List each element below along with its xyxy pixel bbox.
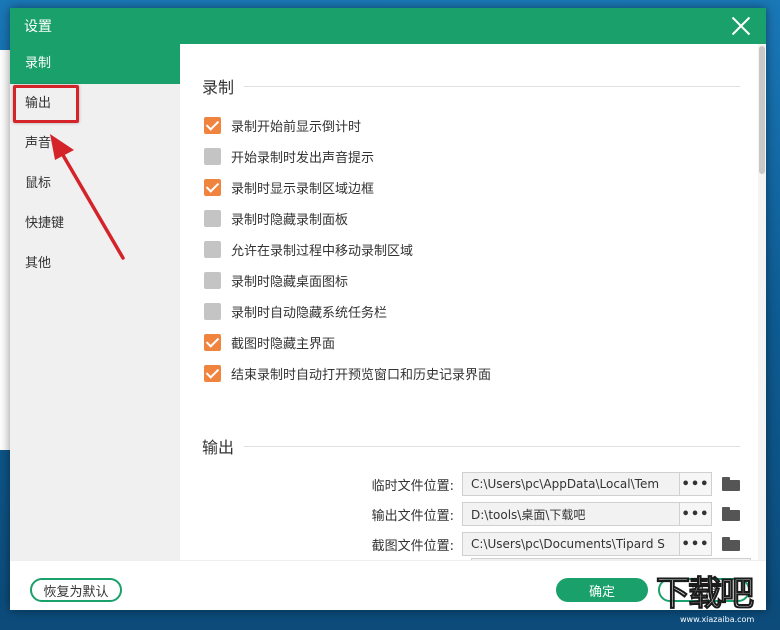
settings-content: 录制 录制开始前显示倒计时 开始录制时发出声音提示 录制时显示录制区域边框 录制…: [180, 44, 758, 560]
dialog-body: 录制 输出 声音 鼠标 快捷键 其他 录制 录制开始前显示倒计时 开始录制时发出…: [10, 44, 766, 610]
close-icon[interactable]: [730, 15, 752, 37]
scrollbar[interactable]: [758, 44, 766, 560]
browse-button[interactable]: •••: [680, 502, 712, 526]
option-hide-main-on-screenshot[interactable]: 截图时隐藏主界面: [204, 327, 491, 358]
checkbox[interactable]: [204, 148, 221, 165]
sidebar-item-other[interactable]: 其他: [10, 244, 180, 284]
checkbox[interactable]: [204, 179, 221, 196]
checkbox[interactable]: [204, 272, 221, 289]
dialog-footer: 恢复为默认 确定 取消: [10, 560, 766, 610]
temp-path-input[interactable]: C:\Users\pc\AppData\Local\Tem: [462, 472, 680, 496]
option-label: 录制时显示录制区域边框: [231, 182, 375, 197]
option-label: 录制开始前显示倒计时: [231, 120, 362, 135]
section-divider: [244, 445, 740, 447]
record-options: 录制开始前显示倒计时 开始录制时发出声音提示 录制时显示录制区域边框 录制时隐藏…: [204, 110, 491, 389]
folder-icon[interactable]: [722, 507, 740, 521]
browse-button[interactable]: •••: [680, 532, 712, 556]
option-label: 开始录制时发出声音提示: [231, 151, 375, 166]
folder-icon[interactable]: [722, 537, 740, 551]
option-sound-prompt[interactable]: 开始录制时发出声音提示: [204, 141, 491, 172]
record-section-title: 录制: [202, 78, 235, 97]
option-show-border[interactable]: 录制时显示录制区域边框: [204, 172, 491, 203]
option-label: 允许在录制过程中移动录制区域: [231, 244, 414, 259]
sidebar-item-mouse[interactable]: 鼠标: [10, 164, 180, 204]
output-path-row: 输出文件位置: D:\tools\桌面\下载吧 •••: [180, 502, 740, 526]
checkbox[interactable]: [204, 117, 221, 134]
option-label: 录制时自动隐藏系统任务栏: [231, 306, 388, 321]
titlebar: 设置: [10, 8, 766, 44]
output-section-header: 输出: [202, 434, 740, 458]
folder-icon[interactable]: [722, 477, 740, 491]
dialog-title: 设置: [24, 19, 52, 35]
option-label: 录制时隐藏桌面图标: [231, 275, 349, 290]
option-hide-panel[interactable]: 录制时隐藏录制面板: [204, 203, 491, 234]
annotation-highlight-box: [13, 85, 79, 123]
option-label: 录制时隐藏录制面板: [231, 213, 349, 228]
temp-path-row: 临时文件位置: C:\Users\pc\AppData\Local\Tem ••…: [180, 472, 740, 496]
option-hide-taskbar[interactable]: 录制时自动隐藏系统任务栏: [204, 296, 491, 327]
option-hide-desktop-icons[interactable]: 录制时隐藏桌面图标: [204, 265, 491, 296]
screenshot-path-input[interactable]: C:\Users\pc\Documents\Tipard S: [462, 532, 680, 556]
field-label: 截图文件位置:: [371, 538, 454, 554]
reset-default-button[interactable]: 恢复为默认: [30, 578, 122, 602]
sidebar-item-record[interactable]: 录制: [10, 44, 180, 84]
browse-button[interactable]: •••: [680, 472, 712, 496]
option-open-preview[interactable]: 结束录制时自动打开预览窗口和历史记录界面: [204, 358, 491, 389]
checkbox[interactable]: [204, 365, 221, 382]
settings-dialog: 设置 录制 输出 声音 鼠标 快捷键 其他 录制 录制开始前显示倒计时 开始录制…: [10, 8, 766, 610]
ok-button[interactable]: 确定: [556, 578, 648, 602]
output-section-title: 输出: [202, 438, 235, 457]
field-label: 临时文件位置:: [371, 478, 454, 494]
record-section-header: 录制: [202, 74, 740, 98]
checkbox[interactable]: [204, 241, 221, 258]
sidebar-item-hotkeys[interactable]: 快捷键: [10, 204, 180, 244]
option-move-area[interactable]: 允许在录制过程中移动录制区域: [204, 234, 491, 265]
watermark-url: www.xiazaiba.com: [680, 615, 755, 624]
checkbox[interactable]: [204, 303, 221, 320]
checkbox[interactable]: [204, 334, 221, 351]
field-label: 输出文件位置:: [371, 508, 454, 524]
scroll-thumb[interactable]: [759, 46, 765, 174]
screenshot-path-row: 截图文件位置: C:\Users\pc\Documents\Tipard S •…: [180, 532, 740, 556]
option-label: 截图时隐藏主界面: [231, 337, 336, 352]
option-countdown[interactable]: 录制开始前显示倒计时: [204, 110, 491, 141]
option-label: 结束录制时自动打开预览窗口和历史记录界面: [231, 368, 492, 383]
sidebar-item-audio[interactable]: 声音: [10, 124, 180, 164]
checkbox[interactable]: [204, 210, 221, 227]
output-path-input[interactable]: D:\tools\桌面\下载吧: [462, 502, 680, 526]
section-divider: [244, 85, 740, 87]
